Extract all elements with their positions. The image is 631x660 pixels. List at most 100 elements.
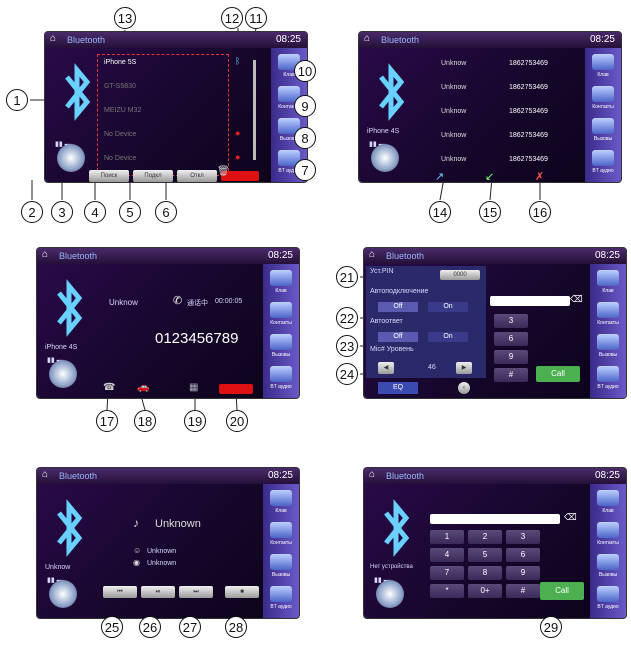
- call-button[interactable]: Call: [536, 366, 580, 382]
- music-icon[interactable]: [597, 586, 619, 602]
- music-icon[interactable]: [597, 366, 619, 382]
- callout-25: 25: [101, 616, 123, 638]
- call-name[interactable]: Unknow: [441, 60, 466, 72]
- device-row[interactable]: GT-S5830: [104, 83, 136, 95]
- key-8[interactable]: 8: [468, 566, 502, 580]
- previous-button[interactable]: ⏮: [103, 586, 137, 598]
- keypad-icon[interactable]: [270, 490, 292, 506]
- received-calls-icon[interactable]: ↙: [485, 170, 494, 182]
- key-9[interactable]: 9: [506, 566, 540, 580]
- calls-icon[interactable]: [270, 334, 292, 350]
- key-4[interactable]: 4: [430, 548, 464, 562]
- eq-button[interactable]: EQ: [378, 382, 418, 394]
- backspace-icon[interactable]: ⌫: [564, 512, 577, 523]
- call-number[interactable]: 1862753469: [509, 132, 548, 144]
- key-9[interactable]: 9: [494, 350, 528, 364]
- device-row[interactable]: iPhone 5S: [104, 59, 136, 71]
- calls-icon[interactable]: [597, 334, 619, 350]
- home-icon[interactable]: ⌂: [42, 470, 52, 480]
- keypad-icon[interactable]: [597, 270, 619, 286]
- car-phone-icon[interactable]: 🚗: [137, 382, 149, 393]
- settings-gear-icon[interactable]: [49, 360, 77, 388]
- auto-answer-on[interactable]: On: [428, 332, 468, 342]
- mic-decrease-button[interactable]: ◀: [378, 362, 394, 374]
- key-6[interactable]: 6: [494, 332, 528, 346]
- next-button[interactable]: ⏭: [179, 586, 213, 598]
- voice-transfer-icon[interactable]: ☎: [103, 382, 115, 393]
- contacts-icon[interactable]: [270, 302, 292, 318]
- music-icon[interactable]: [270, 586, 292, 602]
- titlebar: ⌂ Bluetooth 08:25: [45, 32, 307, 48]
- keypad-icon[interactable]: [597, 490, 619, 506]
- auto-answer-off[interactable]: Off: [378, 332, 418, 342]
- key-hash[interactable]: #: [494, 368, 528, 382]
- contacts-icon[interactable]: [597, 522, 619, 538]
- auto-connect-on[interactable]: On: [428, 302, 468, 312]
- device-name: iPhone 4S: [367, 128, 400, 135]
- key-6[interactable]: 6: [506, 548, 540, 562]
- call-button[interactable]: Call: [540, 582, 584, 600]
- device-row[interactable]: No Device: [104, 155, 136, 167]
- call-number[interactable]: 1862753469: [509, 156, 548, 168]
- stop-button[interactable]: ■: [225, 586, 259, 598]
- music-icon[interactable]: [270, 366, 292, 382]
- key-hash[interactable]: #: [506, 584, 540, 598]
- mic-increase-button[interactable]: ▶: [456, 362, 472, 374]
- home-icon[interactable]: ⌂: [42, 250, 52, 260]
- bluetooth-icon: [57, 499, 83, 557]
- home-icon[interactable]: ⌂: [369, 250, 379, 260]
- number-input[interactable]: [490, 296, 570, 306]
- key-star[interactable]: *: [430, 584, 464, 598]
- bluetooth-icon: [57, 279, 83, 337]
- call-name[interactable]: Unknow: [441, 132, 466, 144]
- keypad-icon[interactable]: ▦: [189, 382, 198, 393]
- dialed-calls-icon[interactable]: ↗: [435, 170, 444, 182]
- call-number[interactable]: 1862753469: [509, 108, 548, 120]
- settings-gear-icon[interactable]: [371, 144, 399, 172]
- home-icon[interactable]: ⌂: [364, 34, 374, 44]
- hangup-button[interactable]: [219, 384, 253, 394]
- calls-icon[interactable]: [592, 118, 614, 134]
- missed-calls-icon[interactable]: ✗: [535, 170, 544, 182]
- scrollbar[interactable]: [253, 60, 256, 160]
- call-name[interactable]: Unknow: [441, 156, 466, 168]
- backspace-icon[interactable]: ⌫: [570, 294, 583, 305]
- number-input[interactable]: [430, 514, 560, 524]
- key-7[interactable]: 7: [430, 566, 464, 580]
- clock: 08:25: [267, 470, 293, 481]
- calls-icon[interactable]: [270, 554, 292, 570]
- play-pause-button[interactable]: ⏯: [141, 586, 175, 598]
- callout-29: 29: [540, 616, 562, 638]
- connect-button[interactable]: Подкл: [133, 170, 173, 182]
- contacts-icon[interactable]: [592, 86, 614, 102]
- key-1[interactable]: 1: [430, 530, 464, 544]
- keypad-icon[interactable]: [270, 270, 292, 286]
- auto-connect-off[interactable]: Off: [378, 302, 418, 312]
- contacts-icon[interactable]: [597, 302, 619, 318]
- key-3[interactable]: 3: [506, 530, 540, 544]
- disconnect-button[interactable]: Откл: [177, 170, 217, 182]
- key-0-plus[interactable]: 0+: [468, 584, 502, 598]
- music-icon[interactable]: [592, 150, 614, 166]
- home-icon[interactable]: ⌂: [369, 470, 379, 480]
- key-5[interactable]: 5: [468, 548, 502, 562]
- call-name[interactable]: Unknow: [441, 84, 466, 96]
- contacts-icon[interactable]: [270, 522, 292, 538]
- settings-gear-icon[interactable]: [376, 580, 404, 608]
- calls-icon[interactable]: [597, 554, 619, 570]
- call-name[interactable]: Unknow: [441, 108, 466, 120]
- settings-gear-icon[interactable]: [49, 580, 77, 608]
- mic-level-label: Mic# Уровень: [370, 346, 414, 353]
- settings-gear-icon[interactable]: [57, 144, 85, 172]
- key-3[interactable]: 3: [494, 314, 528, 328]
- call-number[interactable]: 1862753469: [509, 84, 548, 96]
- home-icon[interactable]: ⌂: [50, 34, 60, 44]
- pin-field[interactable]: 0000: [440, 270, 480, 280]
- device-row[interactable]: No Device: [104, 131, 136, 143]
- search-button[interactable]: Поиск: [89, 170, 129, 182]
- call-number[interactable]: 1862753469: [509, 60, 548, 72]
- back-button[interactable]: ‹: [458, 382, 470, 394]
- device-row[interactable]: MEIZU M32: [104, 107, 141, 119]
- keypad-icon[interactable]: [592, 54, 614, 70]
- key-2[interactable]: 2: [468, 530, 502, 544]
